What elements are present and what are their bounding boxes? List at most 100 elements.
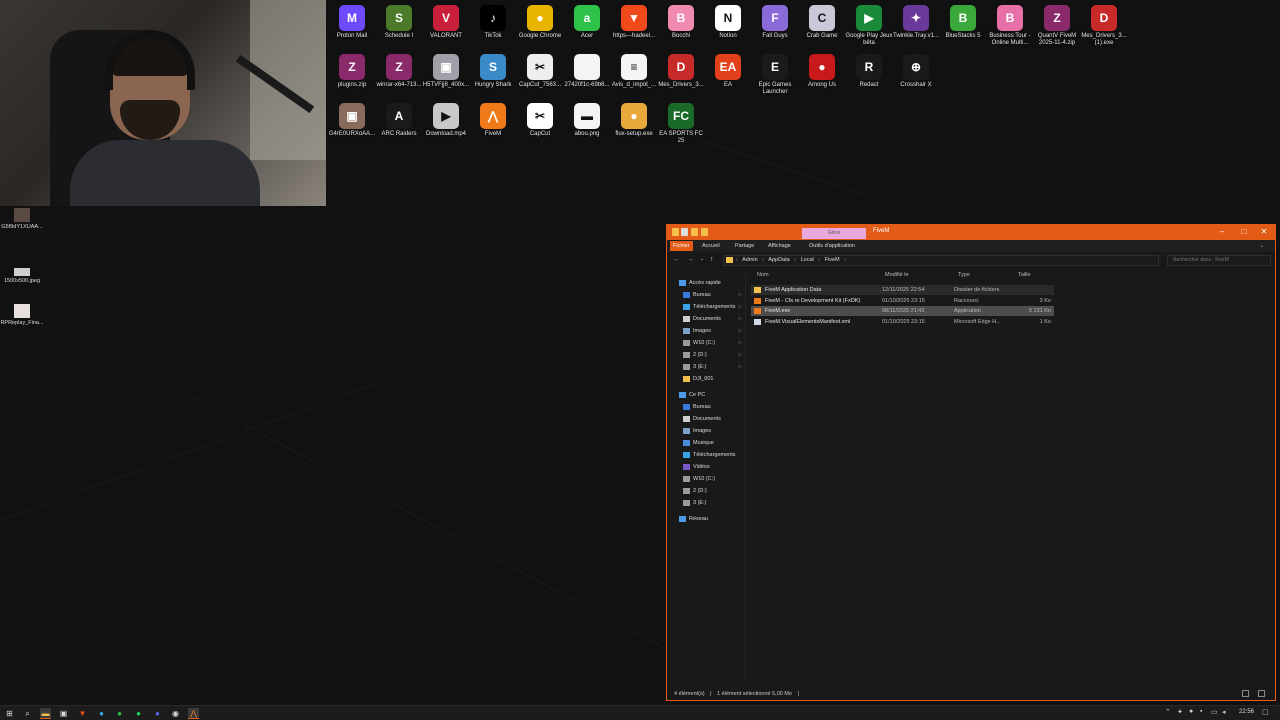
nav-quick-item[interactable]: 3 (E:) ⊹	[667, 362, 746, 373]
nav-pc-item[interactable]: Musique	[667, 438, 746, 449]
tab-fichier[interactable]: Fichier	[670, 241, 693, 251]
desktop-shortcut[interactable]: B Business Tour - Online Multi...	[986, 5, 1034, 47]
manage-context-tab[interactable]: Gérer	[802, 228, 866, 239]
desktop-shortcut[interactable]: ✦ Twinkle.Tray.v1...	[892, 5, 940, 40]
pin-icon[interactable]: ⊹	[738, 338, 742, 349]
desktop-shortcut[interactable]: Zplugins.zip	[328, 54, 376, 89]
address-bar[interactable]: › Admin › AppData › Local › FiveM ›	[723, 255, 1159, 266]
minimize-button[interactable]: –	[1215, 227, 1229, 236]
nav-quick-item[interactable]: Images ⊹	[667, 326, 746, 337]
fivem-taskbar-icon[interactable]: ⋀	[188, 708, 199, 719]
desktop-shortcut[interactable]: FC EA SPORTS FC 25	[657, 103, 705, 145]
desktop-file-icon[interactable]: G5f9dY1XUAA...	[0, 208, 44, 230]
nav-quick-item[interactable]: W10 (C:) ⊹	[667, 338, 746, 349]
desktop-shortcut[interactable]: V VALORANT	[422, 5, 470, 40]
nav-network[interactable]: Réseau	[667, 514, 746, 525]
brave-taskbar-icon[interactable]: ▼	[77, 708, 88, 719]
nav-pc-item[interactable]: Images	[667, 426, 746, 437]
desktop-shortcut[interactable]: ✂ CapCut_7563...	[516, 54, 564, 89]
nav-pc-item[interactable]: Vidéos	[667, 462, 746, 473]
file-row[interactable]: FiveM - Cfx.re Development Kit (FxDK) 01/…	[751, 296, 1054, 306]
desktop-shortcut[interactable]: ≡ Avis_d_impot_...	[610, 54, 658, 89]
nav-pc-item[interactable]: Bureau	[667, 402, 746, 413]
desktop-shortcut[interactable]: ▶ Download.mp4	[422, 103, 470, 138]
details-view-icon[interactable]	[1242, 690, 1250, 697]
file-explorer-taskbar-icon[interactable]: ▬	[40, 708, 51, 719]
desktop-shortcut[interactable]: ● flux-setup.exe	[610, 103, 658, 138]
desktop-shortcut[interactable]: ✂ CapCut	[516, 103, 564, 138]
desktop-shortcut[interactable]: ● Among Us	[798, 54, 846, 89]
clock[interactable]: 22:56	[1239, 709, 1254, 715]
nav-pc-item[interactable]: Documents	[667, 414, 746, 425]
nav-this-pc[interactable]: Ce PC	[667, 390, 746, 401]
tray-app-icon[interactable]: ✦	[1177, 708, 1183, 716]
windows-start-icon[interactable]: ⊞	[4, 708, 15, 719]
breadcrumb-admin[interactable]: Admin	[742, 257, 758, 263]
new-folder-icon[interactable]	[691, 228, 698, 236]
properties-icon[interactable]	[681, 228, 688, 236]
desktop-shortcut[interactable]: ⊕ Crosshair X	[892, 54, 940, 89]
desktop-file-icon[interactable]: RPReplay_Fina...	[0, 304, 44, 326]
file-row[interactable]: FiveM.VisualElementsManifest.xml 01/10/20…	[751, 317, 1054, 327]
desktop-shortcut[interactable]: N Notion	[704, 5, 752, 40]
desktop-shortcut[interactable]: ▣ G4rE0URXoAA...	[328, 103, 376, 138]
desktop-shortcut[interactable]: C Crab Game	[798, 5, 846, 40]
pin-icon[interactable]: ⊹	[738, 302, 742, 313]
obs-taskbar-icon[interactable]: ◉	[170, 708, 181, 719]
back-arrow-icon[interactable]: ←	[673, 256, 680, 263]
notification-icon[interactable]: ▢	[1262, 708, 1269, 716]
recent-chevron-icon[interactable]: ⌄	[700, 256, 704, 262]
volume-icon[interactable]: ◂	[1222, 708, 1226, 716]
nav-quick-item[interactable]: 2 (D:) ⊹	[667, 350, 746, 361]
search-input[interactable]: Rechercher dans : FiveM	[1167, 255, 1271, 266]
pin-icon[interactable]: ⊹	[738, 290, 742, 301]
desktop-shortcut[interactable]: A ARC Raiders	[375, 103, 423, 138]
pin-icon[interactable]: ⊹	[738, 362, 742, 373]
desktop-shortcut[interactable]: D Mes_Drivers_3... (1).exe	[1080, 5, 1128, 47]
maximize-button[interactable]: □	[1237, 227, 1251, 236]
desktop-shortcut[interactable]: S Hungry Shark	[469, 54, 517, 89]
breadcrumb-fivem[interactable]: FiveM	[825, 257, 840, 263]
up-arrow-icon[interactable]: ↑	[710, 256, 714, 263]
desktop-shortcut[interactable]: F Fall Guys	[751, 5, 799, 40]
desktop-shortcut[interactable]: 27420f1c-69b6...	[563, 54, 611, 89]
pin-icon[interactable]: ⊹	[738, 350, 742, 361]
tray-chevron-icon[interactable]: ⌃	[1165, 708, 1171, 716]
desktop-shortcut[interactable]: B BlueStacks 5	[939, 5, 987, 40]
breadcrumb-local[interactable]: Local	[801, 257, 814, 263]
desktop-shortcut[interactable]: ♪ TikTok	[469, 5, 517, 40]
nav-pc-item[interactable]: Téléchargements	[667, 450, 746, 461]
column-header-size[interactable]: Taille	[1018, 272, 1031, 278]
desktop-shortcut[interactable]: S Schedule I	[375, 5, 423, 40]
spotify-taskbar-icon[interactable]: ●	[133, 708, 144, 719]
tab-outils-application[interactable]: Outils d'application	[806, 241, 858, 251]
column-header-type[interactable]: Type	[958, 272, 970, 278]
desktop-shortcut[interactable]: Zwinrar-x64-713...	[375, 54, 423, 89]
desktop-file-icon[interactable]: 1500x500.jpeg	[0, 264, 44, 284]
desktop-shortcut[interactable]: ▣ H5TVFjj8_400x...	[422, 54, 470, 89]
forward-arrow-icon[interactable]: →	[687, 256, 694, 263]
desktop-shortcut[interactable]: EA EA	[704, 54, 752, 89]
folder-icon[interactable]	[701, 228, 708, 236]
tray-app-icon[interactable]: ▪	[1200, 708, 1202, 715]
nav-pc-item[interactable]: W10 (C:)	[667, 474, 746, 485]
title-bar[interactable]: Gérer FiveM – □ ✕	[667, 225, 1275, 240]
file-row[interactable]: FiveM.exe 08/11/2025 21:43 Application 5 13…	[751, 306, 1054, 316]
column-header-modified[interactable]: Modifié le	[885, 272, 909, 278]
desktop-shortcut[interactable]: M Proton Mail	[328, 5, 376, 40]
tab-affichage[interactable]: Affichage	[765, 241, 794, 251]
network-icon[interactable]: ▭	[1211, 708, 1218, 716]
search-icon[interactable]: ⌕	[22, 708, 33, 719]
edge-taskbar-icon[interactable]: ●	[96, 708, 107, 719]
pin-icon[interactable]: ⊹	[738, 314, 742, 325]
desktop-shortcut[interactable]: B Bocchi	[657, 5, 705, 40]
desktop-shortcut[interactable]: ⋀ FiveM	[469, 103, 517, 138]
desktop-shortcut[interactable]: ● Google Chrome	[516, 5, 564, 40]
store-icon[interactable]: ▣	[58, 708, 69, 719]
close-button[interactable]: ✕	[1257, 227, 1271, 236]
desktop-shortcut[interactable]: E Epic Games Launcher	[751, 54, 799, 96]
nav-quick-access[interactable]: Accès rapide	[667, 278, 746, 289]
desktop-shortcut[interactable]: ▬ abou.png	[563, 103, 611, 138]
tab-partage[interactable]: Partage	[732, 241, 757, 251]
desktop-shortcut[interactable]: Z QuantV FiveM 2025-11-4.zip	[1033, 5, 1081, 47]
